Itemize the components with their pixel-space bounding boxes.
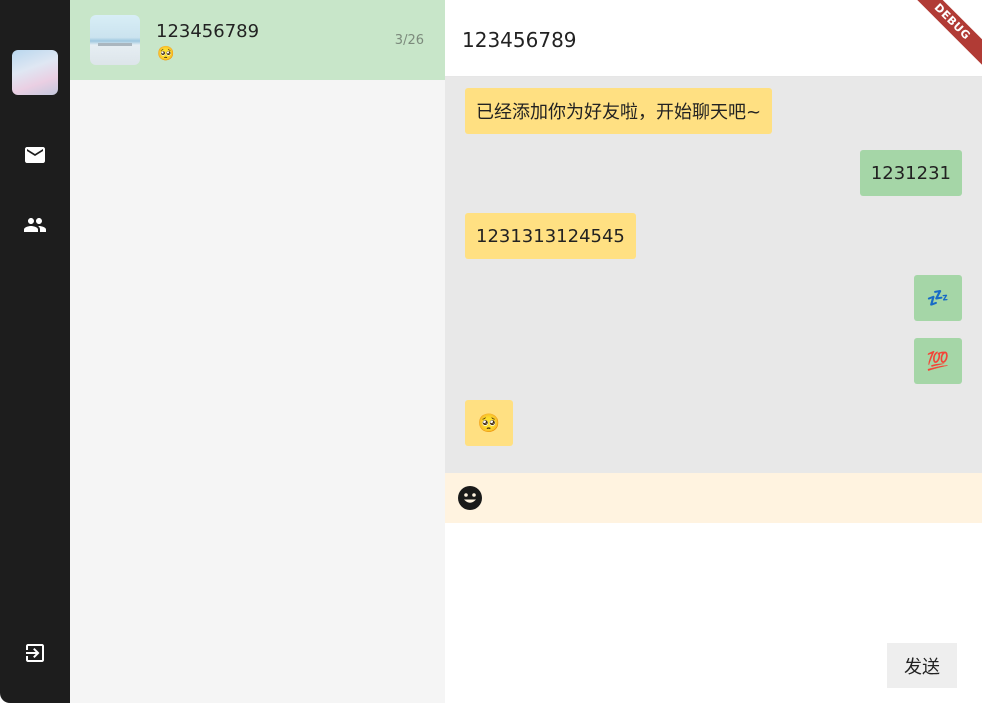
nav-rail	[0, 0, 70, 703]
chat-title: 123456789	[462, 28, 577, 52]
chat-panel: 123456789 DEBUG 已经添加你为好友啦，开始聊天吧~ 1231231…	[445, 0, 982, 703]
debug-banner: DEBUG	[903, 0, 982, 71]
send-button[interactable]: 发送	[887, 643, 957, 688]
message-list: 已经添加你为好友啦，开始聊天吧~ 1231231 1231313124545 💤…	[445, 77, 982, 473]
composer-toolbar	[445, 473, 982, 523]
last-message-preview: 🥺	[157, 46, 175, 62]
message-bubble-incoming: 已经添加你为好友啦，开始聊天吧~	[465, 88, 773, 134]
message-bubble-outgoing: 💯	[914, 338, 962, 384]
message-input[interactable]	[445, 523, 982, 633]
message-bubble-outgoing: 💤	[914, 275, 962, 321]
conversation-list: 123456789 🥺 3/26	[70, 0, 445, 703]
conversation-item[interactable]: 123456789 🥺 3/26	[70, 0, 445, 80]
user-avatar[interactable]	[12, 50, 58, 95]
message-bubble-incoming: 🥺	[465, 400, 513, 446]
logout-icon[interactable]	[19, 637, 51, 669]
contact-name: 123456789	[156, 21, 260, 42]
emoji-icon[interactable]	[457, 485, 483, 511]
message-bubble-outgoing: 1231231	[859, 150, 962, 196]
conversation-date: 3/26	[394, 33, 424, 48]
chat-header: 123456789 DEBUG	[445, 0, 982, 77]
people-icon[interactable]	[19, 209, 51, 241]
message-bubble-incoming: 1231313124545	[465, 213, 636, 259]
chat-app-window: 123456789 🥺 3/26 123456789 DEBUG 已经添加你为好…	[0, 0, 982, 703]
mail-icon[interactable]	[19, 139, 51, 171]
contact-avatar	[90, 15, 140, 65]
